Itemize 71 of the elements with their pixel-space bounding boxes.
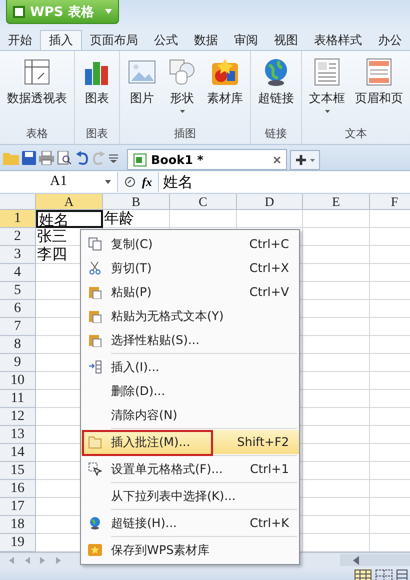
row-header[interactable]: 13 [0, 426, 36, 444]
menu-item[interactable]: 清除内容(N) [81, 403, 299, 427]
ribbon-tab[interactable]: 开始 [0, 30, 40, 50]
row-header[interactable]: 2 [0, 228, 36, 246]
ribbon-tab[interactable]: 办公 [370, 30, 410, 50]
row-header[interactable]: 16 [0, 480, 36, 498]
row-header[interactable]: 4 [0, 264, 36, 282]
row-header[interactable]: 5 [0, 282, 36, 300]
ribbon-button[interactable]: 素材库 [204, 55, 246, 126]
row-header[interactable]: 17 [0, 498, 36, 516]
function-label[interactable]: fx [142, 174, 152, 190]
ribbon-tab[interactable]: 表格样式 [306, 30, 370, 50]
row-header[interactable]: 18 [0, 516, 36, 534]
column-header[interactable]: F [370, 194, 410, 210]
document-tab[interactable]: Book1 * [127, 149, 287, 170]
formula-field[interactable]: 姓名 [158, 172, 410, 192]
row-header[interactable]: 15 [0, 462, 36, 480]
ribbon-tab[interactable]: 数据 [186, 30, 226, 50]
shortcut-text: Ctrl+V [249, 285, 289, 299]
ribbon-button[interactable]: 页眉和页 [352, 55, 406, 126]
menu-item[interactable]: 保存到WPS素材库 [81, 538, 299, 562]
table-cell[interactable]: 年龄 [103, 210, 170, 228]
row-header[interactable]: 1 [0, 210, 36, 228]
shortcut-text: Ctrl+C [249, 237, 289, 251]
row-header[interactable]: 19 [0, 534, 36, 552]
group-label: 链接 [265, 126, 287, 142]
menu-item[interactable]: 设置单元格格式(F)... Ctrl+1 [81, 457, 299, 481]
group-label: 文本 [345, 126, 367, 142]
column-header[interactable]: D [237, 194, 303, 210]
ribbon-tab[interactable]: 插入 [40, 30, 82, 50]
menu-item[interactable]: 超链接(H)... Ctrl+K [81, 511, 299, 535]
row-header[interactable]: 3 [0, 246, 36, 264]
column-header[interactable]: C [170, 194, 237, 210]
shortcut-text: Ctrl+1 [250, 462, 289, 476]
menu-item[interactable]: 插入批注(M)... Shift+F2 [81, 430, 299, 454]
row-header[interactable]: 10 [0, 372, 36, 390]
menu-item[interactable]: 粘贴为无格式文本(Y) [81, 304, 299, 328]
group-label: 图表 [86, 126, 108, 142]
ribbon-button[interactable]: 文本框 [306, 55, 348, 126]
row-header[interactable]: 8 [0, 336, 36, 354]
row-header[interactable]: 9 [0, 354, 36, 372]
column-header[interactable]: E [303, 194, 370, 210]
name-box[interactable]: A1 [0, 172, 118, 192]
menu-item[interactable]: 从下拉列表中选择(K)... [81, 484, 299, 508]
table-cell[interactable]: 姓名 [36, 210, 103, 228]
row-header[interactable]: 14 [0, 444, 36, 462]
group-label: 插图 [174, 126, 196, 142]
shortcut-text: Shift+F2 [237, 435, 289, 449]
menu-item[interactable]: 插入(I)... [81, 355, 299, 379]
shortcut-text: Ctrl+X [249, 261, 289, 275]
ribbon-button[interactable]: 图表 [79, 55, 115, 126]
menu-item[interactable]: 粘贴(P) Ctrl+V [81, 280, 299, 304]
menu-item[interactable]: 删除(D)... [81, 379, 299, 403]
group-label: 表格 [26, 126, 48, 142]
shortcut-text: Ctrl+K [250, 516, 289, 530]
ribbon-button[interactable]: 数据透视表 [4, 55, 70, 126]
row-header[interactable]: 6 [0, 300, 36, 318]
row-header[interactable]: 7 [0, 318, 36, 336]
ribbon-tab[interactable]: 公式 [146, 30, 186, 50]
ribbon-button[interactable]: 超链接 [255, 55, 297, 126]
ribbon-button[interactable]: 形状 [164, 55, 200, 126]
ribbon-tab[interactable]: 审阅 [226, 30, 266, 50]
row-header[interactable]: 12 [0, 408, 36, 426]
column-header[interactable]: B [103, 194, 170, 210]
ribbon-tab[interactable]: 视图 [266, 30, 306, 50]
ribbon-tab[interactable]: 页面布局 [82, 30, 146, 50]
ribbon-button[interactable]: 图片 [124, 55, 160, 126]
menu-item[interactable]: 选择性粘贴(S)... [81, 328, 299, 352]
column-header[interactable]: A [36, 194, 103, 210]
document-title: Book1 * [151, 152, 204, 166]
row-header[interactable]: 11 [0, 390, 36, 408]
